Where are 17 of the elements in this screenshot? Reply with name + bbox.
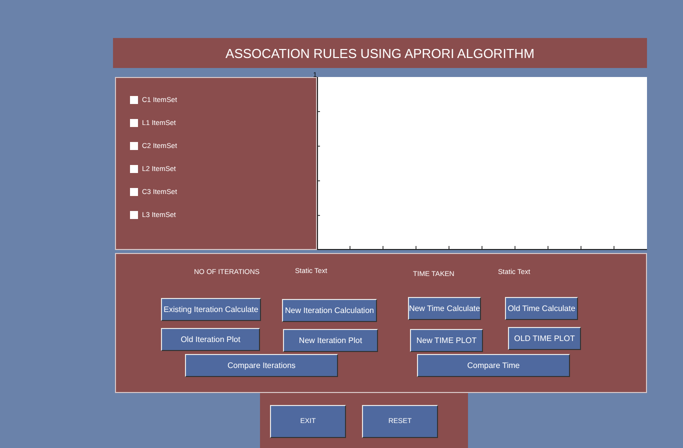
checkbox[interactable] xyxy=(130,119,138,127)
action-button[interactable]: Old Iteration Plot xyxy=(161,328,260,351)
action-button[interactable]: Old Time Calculate xyxy=(505,297,578,320)
action-button[interactable]: New Iteration Plot xyxy=(283,329,378,352)
action-button[interactable]: New Time Calculate xyxy=(408,297,481,320)
action-button[interactable]: OLD TIME PLOT xyxy=(508,327,581,350)
action-button[interactable]: New Iteration Calculation xyxy=(282,299,377,322)
action-button[interactable]: Existing Iteration Calculate xyxy=(161,298,261,321)
checkbox[interactable] xyxy=(130,142,138,150)
checkbox[interactable] xyxy=(130,96,138,104)
action-button[interactable]: Compare Iterations xyxy=(185,354,338,377)
checkbox[interactable] xyxy=(130,165,138,173)
action-button[interactable]: Compare Time xyxy=(417,354,570,377)
app-title: ASSOCATION RULES USING APRORI ALGORITHM xyxy=(224,44,536,62)
checkbox[interactable] xyxy=(130,188,138,196)
checkbox[interactable] xyxy=(130,211,138,219)
action-button[interactable]: New TIME PLOT xyxy=(410,329,483,352)
